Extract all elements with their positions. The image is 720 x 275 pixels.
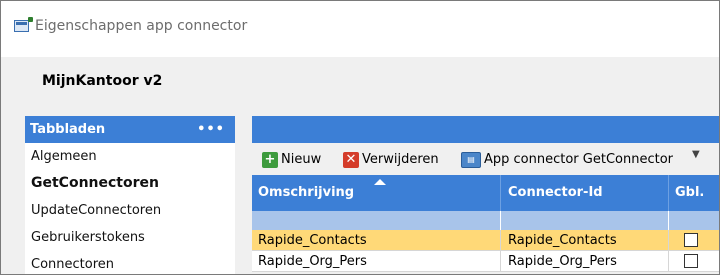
global-checkbox[interactable] — [684, 254, 698, 268]
sidebar-item-label: Algemeen — [31, 149, 97, 164]
delete-button-label: Verwijderen — [362, 152, 439, 167]
tabs-sidebar: Tabbladen ••• Algemeen GetConnectoren Up… — [25, 116, 235, 274]
sidebar-item-updateconnectoren[interactable]: UpdateConnectoren — [25, 197, 235, 224]
row-connector-id: Rapide_Contacts — [508, 233, 617, 248]
panel-header — [252, 116, 719, 143]
new-button[interactable]: + Nieuw — [262, 150, 321, 170]
row-connector-id: Rapide_Org_Pers — [508, 254, 617, 269]
global-checkbox[interactable] — [684, 233, 698, 247]
company-name: MijnKantoor v2 — [42, 73, 163, 89]
column-header-omschrijving[interactable]: Omschrijving — [258, 185, 354, 200]
grid-header: Omschrijving Connector-Id Gbl. — [252, 175, 719, 211]
connector-grid: Omschrijving Connector-Id Gbl. Rapide_Co… — [252, 175, 719, 272]
table-row[interactable]: Rapide_Contacts Rapide_Contacts — [252, 230, 719, 251]
app-icon — [14, 17, 33, 32]
new-button-label: Nieuw — [281, 152, 322, 167]
column-header-connector-id[interactable]: Connector-Id — [508, 185, 603, 200]
sidebar-item-algemeen[interactable]: Algemeen — [25, 143, 235, 170]
sidebar-item-label: GetConnectoren — [31, 175, 159, 191]
sidebar-header: Tabbladen ••• — [25, 116, 235, 143]
row-description: Rapide_Contacts — [258, 233, 367, 248]
delete-button[interactable]: ✕ Verwijderen — [343, 150, 439, 170]
chevron-down-icon[interactable]: ▼ — [692, 149, 700, 160]
sidebar-item-connectoren[interactable]: Connectoren — [25, 251, 235, 274]
column-header-gbl[interactable]: Gbl. — [675, 185, 704, 200]
sidebar-item-getconnectoren[interactable]: GetConnectoren — [25, 170, 235, 197]
sort-ascending-icon[interactable] — [374, 179, 386, 185]
main-panel: + Nieuw ✕ Verwijderen ▤ App connector GetCo… — [252, 116, 719, 274]
filter-row[interactable] — [252, 211, 719, 230]
delete-icon: ✕ — [343, 151, 359, 168]
window-title: Eigenschappen app connector — [35, 18, 248, 34]
app-connector-button[interactable]: ▤ App connector GetConnector — [461, 150, 673, 170]
title-bar: Eigenschappen app connector — [1, 1, 719, 57]
properties-window: Eigenschappen app connector MijnKantoor … — [0, 0, 720, 275]
app-connector-button-label: App connector GetConnector — [484, 152, 674, 167]
sidebar-item-label: Gebruikerstokens — [31, 230, 145, 245]
sidebar-item-label: Connectoren — [31, 257, 115, 272]
sidebar-header-label: Tabbladen — [30, 122, 106, 137]
plus-icon: + — [262, 151, 278, 168]
table-row[interactable]: Rapide_Org_Pers Rapide_Org_Pers — [252, 251, 719, 272]
connector-icon: ▤ — [461, 151, 481, 168]
grid-toolbar: + Nieuw ✕ Verwijderen ▤ App connector GetCo… — [252, 143, 719, 175]
more-options-icon[interactable]: ••• — [197, 116, 225, 143]
row-description: Rapide_Org_Pers — [258, 254, 367, 269]
sidebar-item-label: UpdateConnectoren — [31, 203, 162, 218]
sidebar-item-gebruikerstokens[interactable]: Gebruikerstokens — [25, 224, 235, 251]
